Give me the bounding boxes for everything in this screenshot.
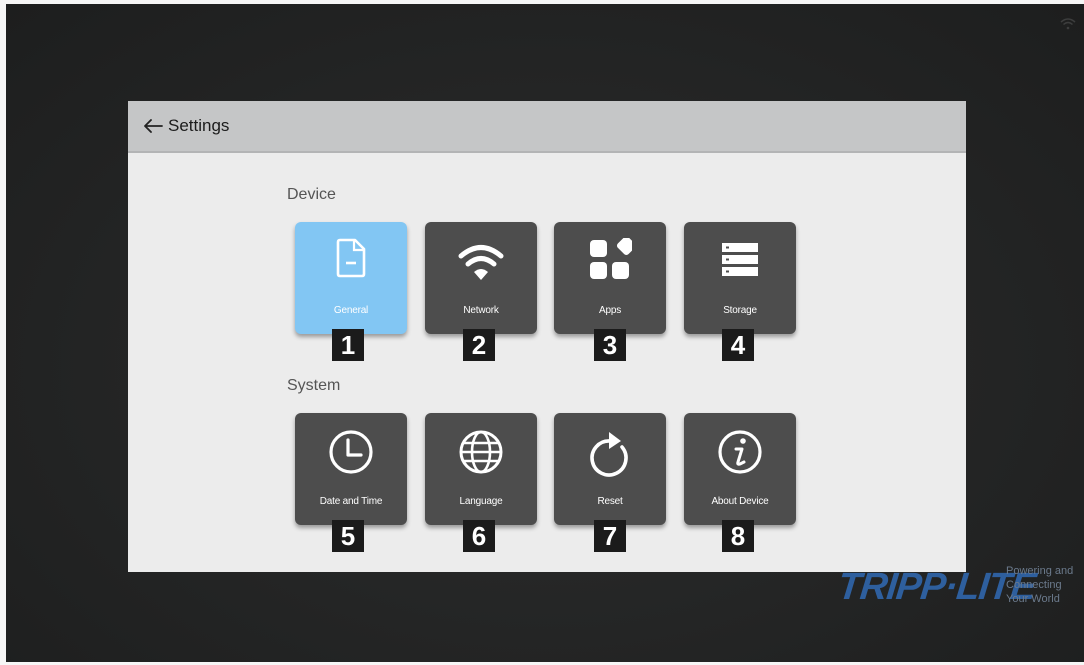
clock-icon [329,430,373,474]
callout-number: 7 [594,520,626,552]
callout-number: 2 [463,329,495,361]
callout-number: 5 [332,520,364,552]
tile-label: About Device [711,496,769,507]
tile-about-device[interactable]: About Device [684,413,796,525]
wifi-icon [458,245,504,280]
callout-number: 3 [594,329,626,361]
storage-icon [722,243,758,276]
back-arrow-icon [144,119,163,133]
reset-icon [590,432,628,477]
tile-apps[interactable]: Apps [554,222,666,334]
tile-storage[interactable]: Storage [684,222,796,334]
document-icon [336,238,366,278]
tile-date-and-time[interactable]: Date and Time [295,413,407,525]
tile-label: Apps [599,305,621,316]
callout-number: 6 [463,520,495,552]
tile-label: General [333,305,369,316]
callout-number: 4 [722,329,754,361]
section-label-system: System [287,377,341,394]
tile-language[interactable]: Language [425,413,537,525]
page-title: Settings [168,116,230,135]
tile-general[interactable]: General [295,222,407,334]
tile-network[interactable]: Network [425,222,537,334]
globe-icon [459,430,503,474]
tile-label: Storage [723,305,757,316]
back-button[interactable] [138,111,168,141]
callout-number: 1 [332,329,364,361]
section-label-device: Device [287,186,336,203]
settings-window: Settings Device General Network Apps Sto… [128,101,966,572]
title-bar: Settings [128,101,966,153]
tile-label: Reset [597,496,623,507]
tile-label: Language [459,496,503,507]
brand-watermark: TRIPP·LITE Powering and Connecting Your … [836,560,1084,620]
tile-label: Network [463,305,499,316]
apps-icon [590,238,632,279]
info-icon [718,430,762,474]
callout-number: 8 [722,520,754,552]
tile-label: Date and Time [319,496,383,507]
brand-tagline: Powering and Connecting Your World [1006,565,1074,605]
tile-reset[interactable]: Reset [554,413,666,525]
wifi-status-icon [1060,18,1076,30]
